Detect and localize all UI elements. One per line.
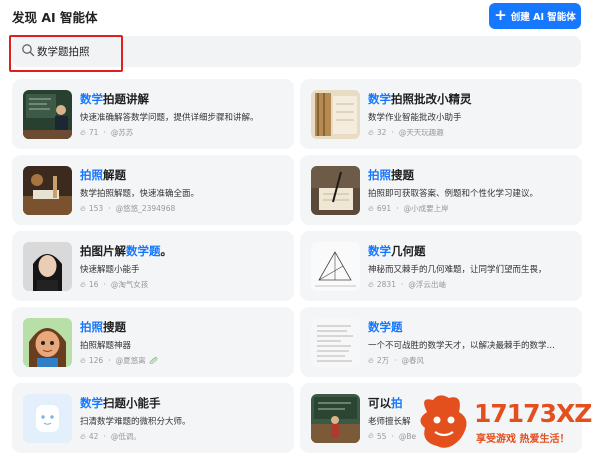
agent-meta: 🔥︎ 153 · @悠悠_2394968 xyxy=(80,203,176,214)
agent-thumbnail xyxy=(23,318,72,367)
fire-icon: 🔥︎ xyxy=(368,203,374,213)
search-input[interactable]: 数学题拍照 xyxy=(37,44,90,59)
agent-title: 拍照搜题 xyxy=(368,168,414,182)
agent-card[interactable]: 数学题 一个不可战胜的数学天才，以解决最棘手的数学… 🔥︎ 2万 · @春风 xyxy=(300,307,582,377)
agent-meta: 🔥︎ 42 · @低调。 xyxy=(80,431,141,442)
header: 发现 AI 智能体 + 创建 AI 智能体 xyxy=(0,0,600,34)
agent-meta: 🔥︎ 126 · @夏悠离 🥒︎ xyxy=(80,355,159,366)
agent-meta: 🔥︎ 691 · @小成要上岸 xyxy=(368,203,449,214)
fire-icon: 🔥︎ xyxy=(80,355,86,365)
fire-icon: 🔥︎ xyxy=(368,127,374,137)
agent-title: 拍照解题 xyxy=(80,168,126,182)
agent-description: 数学拍照解题，快速准确全面。 xyxy=(80,189,200,199)
agent-card[interactable]: 拍照搜题 拍照即可获取答案、例题和个性化学习建议。 🔥︎ 691 · @小成要上岸 xyxy=(300,155,582,225)
agent-title: 可以拍 xyxy=(368,396,403,410)
agent-description: 一个不可战胜的数学天才，以解决最棘手的数学… xyxy=(368,341,556,351)
fire-icon: 🔥︎ xyxy=(80,203,86,213)
create-agent-label: 创建 AI 智能体 xyxy=(510,12,576,23)
agent-description: 扫清数学难题的微积分大师。 xyxy=(80,417,191,427)
agent-meta: 🔥︎ 2831 · @浮云出岫 xyxy=(368,279,446,290)
agent-card[interactable]: 数学拍照批改小精灵 数学作业智能批改小助手 🔥︎ 32 · @天天玩趣趣 xyxy=(300,79,582,149)
agent-description: 快速解题小能手 xyxy=(80,265,140,275)
agent-card[interactable]: 数学几何题 神秘而又棘手的几何难题，让同学们望而生畏， 🔥︎ 2831 · @浮云出岫 xyxy=(300,231,582,301)
agent-description: 快速准确解答数学问题，提供详细步骤和讲解。 xyxy=(80,113,259,123)
agent-title: 数学拍照批改小精灵 xyxy=(368,92,472,106)
agent-title: 数学题 xyxy=(368,320,403,334)
watermark-brand: 17173XZ xyxy=(474,399,592,428)
agent-meta: 🔥︎ 16 · @淘气女孩 xyxy=(80,279,149,290)
agent-card[interactable]: 数学拍题讲解 快速准确解答数学问题，提供详细步骤和讲解。 🔥︎ 71 · @苏苏 xyxy=(12,79,294,149)
agent-thumbnail xyxy=(311,242,360,291)
agent-title: 拍照搜题 xyxy=(80,320,126,334)
agent-meta: 🔥︎ 55 · @Be xyxy=(368,431,417,441)
watermark-slogan: 享受游戏 热爱生活！ xyxy=(476,434,570,445)
agent-card[interactable]: 拍图片解数学题。 快速解题小能手 🔥︎ 16 · @淘气女孩 xyxy=(12,231,294,301)
agent-card[interactable]: 拍照解题 数学拍照解题，快速准确全面。 🔥︎ 153 · @悠悠_2394968 xyxy=(12,155,294,225)
agent-description: 拍照即可获取答案、例题和个性化学习建议。 xyxy=(368,189,539,199)
agent-description: 数学作业智能批改小助手 xyxy=(368,113,462,123)
agent-card[interactable]: 拍照搜题 拍照解题神器 🔥︎ 126 · @夏悠离 🥒︎ xyxy=(12,307,294,377)
fire-icon: 🔥︎ xyxy=(368,355,374,365)
agent-description: 神秘而又棘手的几何难题，让同学们望而生畏， xyxy=(368,265,547,275)
agent-thumbnail xyxy=(23,90,72,139)
agent-meta: 🔥︎ 32 · @天天玩趣趣 xyxy=(368,127,444,138)
agent-thumbnail xyxy=(23,394,72,443)
agent-thumbnail xyxy=(311,318,360,367)
fire-icon: 🔥︎ xyxy=(368,279,374,289)
agent-title: 数学几何题 xyxy=(368,244,426,258)
agent-title: 数学扫题小能手 xyxy=(80,396,161,410)
page-title: 发现 AI 智能体 xyxy=(12,10,98,25)
agent-thumbnail xyxy=(311,166,360,215)
agent-meta: 🔥︎ 2万 · @春风 xyxy=(368,355,425,366)
plus-icon: + xyxy=(494,5,507,24)
agent-title: 数学拍题讲解 xyxy=(80,92,149,106)
fire-icon: 🔥︎ xyxy=(80,279,86,289)
fire-icon: 🔥︎ xyxy=(80,431,86,441)
agent-thumbnail xyxy=(23,242,72,291)
search-icon xyxy=(22,44,35,57)
fire-icon: 🔥︎ xyxy=(80,127,86,137)
create-agent-button[interactable]: + 创建 AI 智能体 xyxy=(489,3,581,29)
agent-thumbnail xyxy=(311,394,360,443)
agent-thumbnail xyxy=(23,166,72,215)
agent-thumbnail xyxy=(311,90,360,139)
agent-meta: 🔥︎ 71 · @苏苏 xyxy=(80,127,134,138)
agent-title: 拍图片解数学题。 xyxy=(80,244,172,258)
agent-description: 拍照解题神器 xyxy=(80,341,132,351)
leaf-icon: 🥒︎ xyxy=(148,356,159,365)
fire-icon: 🔥︎ xyxy=(368,431,374,440)
agent-card[interactable]: 数学扫题小能手 扫清数学难题的微积分大师。 🔥︎ 42 · @低调。 xyxy=(12,383,294,453)
